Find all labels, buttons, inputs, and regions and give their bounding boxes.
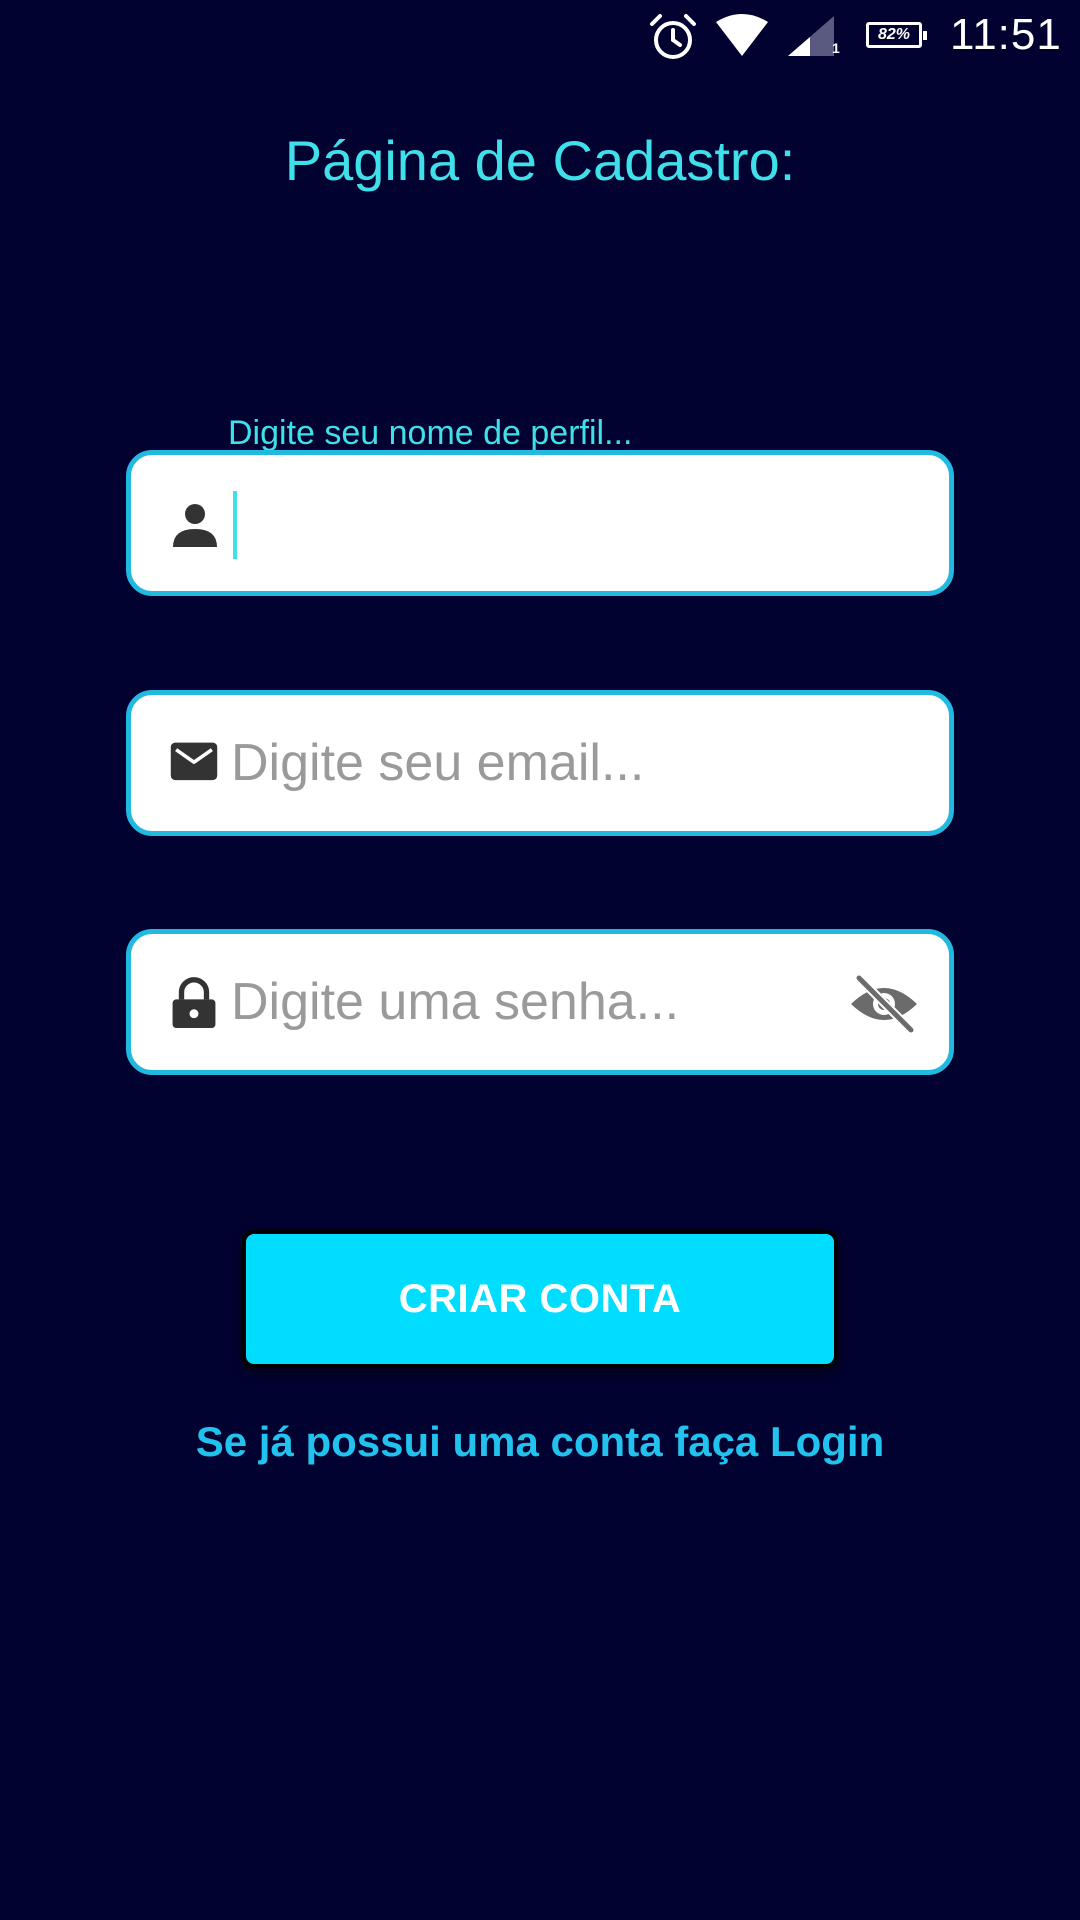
- battery-level: 82%: [877, 26, 911, 43]
- name-input[interactable]: [231, 455, 831, 591]
- password-field[interactable]: [126, 929, 954, 1075]
- eye-off-icon[interactable]: [849, 974, 919, 1034]
- name-field[interactable]: [126, 450, 954, 596]
- status-bar: 1 82% 11:51: [0, 0, 1080, 76]
- signal-sub-label: 1: [832, 40, 840, 56]
- email-input[interactable]: [231, 695, 831, 831]
- page-title: Página de Cadastro:: [284, 129, 796, 192]
- wifi-icon: [716, 14, 768, 56]
- battery-icon: 82%: [866, 22, 927, 48]
- mail-icon: [170, 742, 218, 781]
- lock-icon: [172, 977, 216, 1028]
- login-link[interactable]: Se já possui uma conta faça Login: [0, 1418, 1080, 1466]
- person-icon: [173, 504, 217, 547]
- create-account-button[interactable]: CRIAR CONTA: [242, 1230, 838, 1368]
- signup-screen: 1 82% 11:51 Página de Cadastro: Digite s…: [0, 0, 1080, 1920]
- status-clock: 11:51: [950, 10, 1062, 59]
- alarm-icon: [650, 14, 696, 59]
- password-input[interactable]: [231, 934, 831, 1070]
- name-floating-label: Digite seu nome de perfil...: [228, 414, 633, 452]
- text-caret: [233, 491, 237, 559]
- email-field[interactable]: [126, 690, 954, 836]
